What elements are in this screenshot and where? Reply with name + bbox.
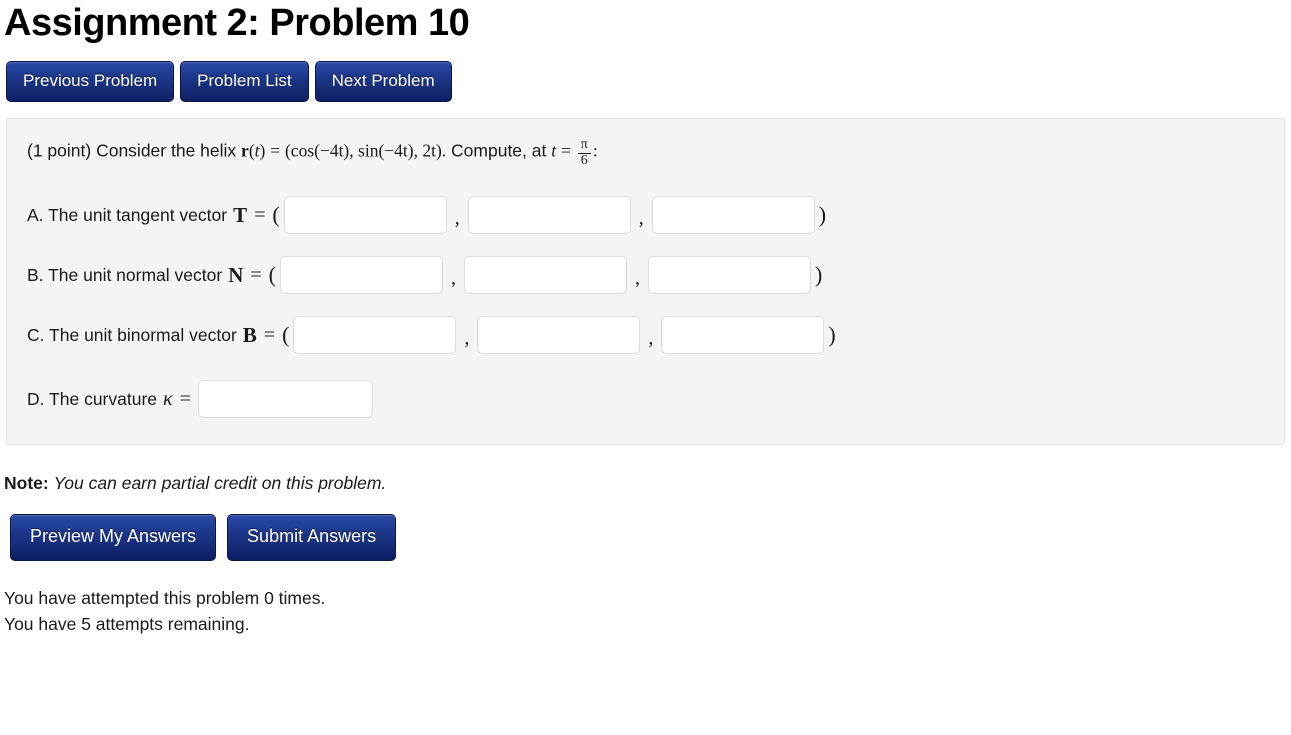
- normal-x-input[interactable]: [279, 256, 443, 295]
- answer-row-normal: B. The unit normal vector N = ( , , ): [21, 256, 1270, 295]
- page-title: Assignment 2: Problem 10: [4, 2, 470, 44]
- tangent-y-input[interactable]: [467, 196, 631, 235]
- curvature-kappa-symbol: κ: [163, 387, 173, 410]
- normal-separator-2: ,: [634, 267, 640, 290]
- normal-equals-sign: =: [250, 263, 262, 286]
- tangent-vector-symbol: T: [233, 202, 248, 227]
- tangent-separator-2: ,: [638, 207, 644, 230]
- normal-vector-symbol: N: [228, 262, 244, 287]
- note-prefix: Note:: [4, 473, 49, 494]
- component-separator-1: ,: [349, 140, 359, 161]
- parameter-t-symbol: t: [551, 140, 557, 161]
- binormal-close-paren: ): [828, 322, 836, 348]
- answer-label-tangent: A. The unit tangent vector: [27, 204, 228, 225]
- curvature-equals-sign: =: [179, 387, 191, 410]
- binormal-y-input[interactable]: [477, 316, 641, 355]
- navigation-button-row: Previous Problem Problem List Next Probl…: [0, 42, 1291, 103]
- submit-answers-button[interactable]: Submit Answers: [227, 514, 397, 561]
- vector-arg-close-paren: ): [259, 140, 266, 161]
- binormal-separator-2: ,: [648, 327, 654, 350]
- answer-label-curvature: D. The curvature: [27, 388, 158, 409]
- fraction-denominator: 6: [577, 152, 591, 169]
- problem-list-button[interactable]: Problem List: [180, 61, 309, 103]
- submit-button-row: Preview My Answers Submit Answers: [10, 514, 1291, 561]
- statement-period: .: [441, 140, 447, 161]
- component-z: 2t: [422, 140, 436, 161]
- pi-over-six-fraction: π6: [577, 137, 591, 169]
- statement-colon: :: [592, 140, 598, 161]
- tangent-open-paren: (: [272, 202, 280, 228]
- compute-text: Compute, at: [451, 140, 547, 161]
- tangent-z-input[interactable]: [651, 196, 815, 235]
- component-y: sin(−4t): [358, 140, 414, 161]
- tangent-close-paren: ): [818, 202, 827, 228]
- normal-z-input[interactable]: [647, 256, 811, 295]
- note-text: You can earn partial credit on this prob…: [53, 473, 387, 494]
- binormal-x-input[interactable]: [293, 316, 457, 355]
- binormal-separator-1: ,: [464, 327, 470, 350]
- normal-separator-1: ,: [450, 267, 456, 290]
- problem-points: (1 point): [27, 140, 92, 161]
- partial-credit-note: Note: You can earn partial credit on thi…: [4, 473, 1291, 494]
- preview-my-answers-button[interactable]: Preview My Answers: [10, 514, 217, 561]
- answer-row-tangent: A. The unit tangent vector T = ( , , ): [21, 196, 1270, 235]
- component-x: cos(−4t): [290, 140, 350, 161]
- problem-lead-text: Consider the helix: [96, 140, 237, 161]
- binormal-open-paren: (: [282, 322, 290, 348]
- answer-label-normal: B. The unit normal vector: [27, 264, 223, 285]
- attempts-made-text: You have attempted this problem 0 times.: [4, 587, 326, 608]
- tangent-equals-sign: =: [254, 203, 266, 226]
- equals-sign: =: [270, 140, 281, 161]
- tangent-x-input[interactable]: [283, 196, 447, 235]
- vector-r-symbol: r: [241, 140, 249, 161]
- tangent-separator-1: ,: [454, 207, 460, 230]
- answer-label-binormal: C. The unit binormal vector: [27, 324, 237, 345]
- normal-y-input[interactable]: [463, 256, 627, 295]
- answer-row-binormal: C. The unit binormal vector B = ( , , ): [21, 316, 1270, 355]
- problem-statement: (1 point) Consider the helix r(t) = (cos…: [21, 129, 1270, 170]
- parameter-equals-sign: =: [560, 140, 571, 161]
- binormal-equals-sign: =: [263, 323, 276, 346]
- fraction-numerator: π: [580, 137, 588, 153]
- curvature-input[interactable]: [197, 380, 373, 419]
- normal-close-paren: ): [814, 262, 823, 288]
- previous-problem-button[interactable]: Previous Problem: [6, 61, 175, 103]
- attempts-info: You have attempted this problem 0 times.…: [4, 585, 1291, 638]
- binormal-vector-symbol: B: [242, 322, 257, 347]
- normal-open-paren: (: [268, 262, 276, 288]
- problem-panel: (1 point) Consider the helix r ( t) = ( cos…: [6, 118, 1285, 446]
- next-problem-button[interactable]: Next Problem: [314, 61, 452, 103]
- binormal-z-input[interactable]: [661, 316, 825, 355]
- attempts-remaining-text: You have 5 attempts remaining.: [4, 614, 250, 635]
- answer-row-curvature: D. The curvature κ =: [21, 380, 1270, 419]
